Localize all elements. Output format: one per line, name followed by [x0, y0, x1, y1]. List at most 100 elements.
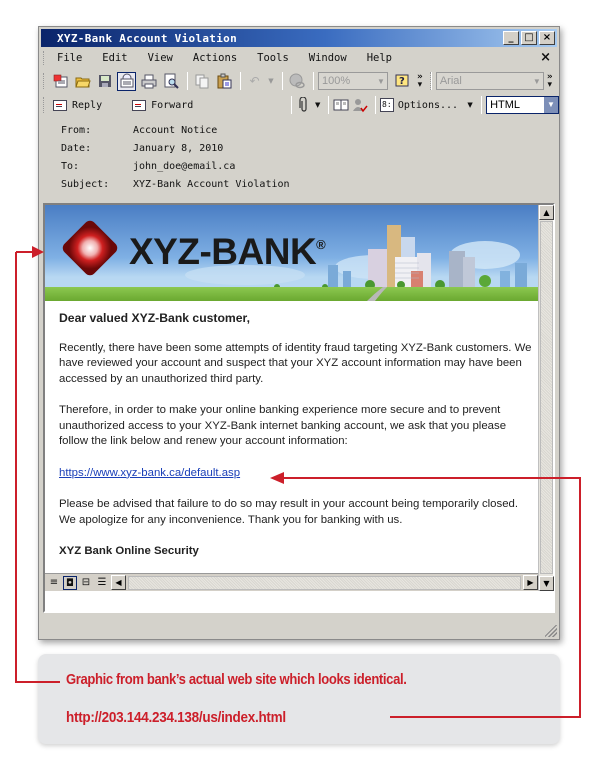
message-body: XYZ-BANK® Dear valued XYZ-Bank customer,… — [45, 205, 538, 591]
brand-text: XYZ-BANK — [129, 231, 317, 272]
paste-icon[interactable] — [214, 72, 233, 91]
undo-icon[interactable]: ↶ — [245, 72, 264, 91]
bank-banner-image: XYZ-BANK® — [45, 205, 538, 301]
message-toolbar: Reply Forward ▼ 8: Options... ▼ HTML ▼ — [39, 93, 559, 117]
font-value: Arial — [439, 75, 462, 87]
scroll-right-button[interactable]: ▶ — [523, 575, 538, 590]
date-value: January 8, 2010 — [133, 142, 224, 154]
maximize-button[interactable]: □ — [521, 31, 537, 45]
menu-actions[interactable]: Actions — [193, 52, 237, 64]
toolbar-separator — [187, 72, 188, 90]
annotation-callout: Graphic from bank’s actual web site whic… — [38, 654, 560, 744]
open-folder-icon[interactable] — [73, 72, 92, 91]
menu-tools[interactable]: Tools — [257, 52, 289, 64]
header-from: From: Account Notice — [61, 121, 559, 139]
normal-view-icon[interactable]: ≡ — [47, 576, 61, 590]
toolbar-separator — [282, 72, 283, 90]
toolbar-overflow-icon[interactable]: » ▾ — [547, 73, 553, 90]
status-bar — [39, 615, 559, 639]
horizontal-scrollbar-row: ≡ ◘ ⊟ ☰ ◀ ▶ — [45, 573, 538, 591]
help-icon[interactable]: ? — [392, 72, 411, 91]
phishing-link[interactable]: https://www.xyz-bank.ca/default.asp — [59, 467, 240, 479]
forward-button[interactable]: Forward — [132, 99, 194, 111]
check-names-icon[interactable] — [352, 96, 368, 115]
toolbar-separator — [481, 96, 483, 114]
message-body-frame: XYZ-BANK® Dear valued XYZ-Bank customer,… — [43, 203, 555, 613]
message-headers: From: Account Notice Date: January 8, 20… — [39, 117, 559, 191]
menu-window[interactable]: Window — [309, 52, 347, 64]
options-label: Options... — [397, 99, 459, 111]
menu-view[interactable]: View — [148, 52, 173, 64]
new-message-icon[interactable] — [51, 72, 70, 91]
forward-label: Forward — [151, 99, 194, 111]
to-label: To: — [61, 160, 80, 172]
menu-file[interactable]: File — [57, 52, 82, 64]
reply-icon — [53, 99, 67, 111]
save-icon[interactable] — [95, 72, 114, 91]
horizontal-scrollbar[interactable] — [128, 575, 521, 590]
web-layout-view-icon[interactable]: ◘ — [63, 575, 77, 590]
menu-edit[interactable]: Edit — [102, 52, 127, 64]
header-date: Date: January 8, 2010 — [61, 139, 559, 157]
toolbar-grip[interactable] — [43, 51, 46, 65]
annotation-graphic-note: Graphic from bank’s actual web site whic… — [66, 672, 407, 688]
paperclip-icon[interactable] — [296, 96, 311, 115]
options-button[interactable]: 8: Options... — [379, 98, 459, 112]
to-value[interactable]: john_doe@email.ca — [133, 161, 235, 172]
minimize-button[interactable]: _ — [503, 31, 519, 45]
options-icon: 8: — [379, 98, 394, 112]
title-bar[interactable]: XYZ-Bank Account Violation _ □ × — [41, 29, 557, 47]
resize-grip-icon[interactable] — [545, 625, 557, 637]
attach-dropdown-icon[interactable]: ▼ — [314, 96, 320, 115]
format-value: HTML — [490, 99, 521, 111]
options-dropdown-icon[interactable]: ▼ — [466, 96, 474, 115]
reply-label: Reply — [72, 99, 103, 111]
forward-icon — [132, 99, 147, 111]
copy-icon[interactable] — [192, 72, 211, 91]
close-document-button[interactable]: × — [540, 50, 551, 65]
bank-brand-name: XYZ-BANK® — [129, 231, 326, 273]
date-label: Date: — [61, 142, 92, 154]
message-format-select[interactable]: HTML ▼ — [486, 96, 559, 114]
scrollbar-thumb[interactable] — [540, 221, 553, 574]
greeting: Dear valued XYZ-Bank customer, — [59, 311, 251, 325]
font-select[interactable]: Arial ▼ — [435, 72, 544, 90]
undo-dropdown-icon[interactable]: ▼ — [267, 72, 275, 91]
outline-view-icon[interactable]: ☰ — [95, 576, 109, 590]
message-options-icon[interactable] — [117, 71, 136, 91]
menu-bar: File Edit View Actions Tools Window Help… — [39, 47, 559, 69]
toolbar-separator — [374, 96, 376, 114]
email-text: Dear valued XYZ-Bank customer, Recently,… — [45, 301, 538, 560]
from-value[interactable]: Account Notice — [133, 125, 217, 136]
toolbar-grip[interactable] — [43, 97, 46, 113]
from-label: From: — [61, 124, 92, 136]
email-window: XYZ-Bank Account Violation _ □ × File Ed… — [38, 26, 560, 640]
toolbar-separator — [240, 72, 241, 90]
scroll-left-button[interactable]: ◀ — [111, 575, 126, 590]
subject-label: Subject: — [61, 178, 110, 190]
address-book-icon[interactable] — [333, 96, 349, 115]
toolbar-separator — [327, 96, 329, 114]
header-subject: Subject: XYZ-Bank Account Violation — [61, 175, 559, 193]
registered-mark: ® — [316, 237, 326, 252]
annotation-real-url: http://203.144.234.138/us/index.html — [66, 709, 286, 726]
print-preview-icon[interactable] — [161, 72, 180, 91]
reply-button[interactable]: Reply — [53, 99, 103, 111]
signature: XYZ Bank Online Security — [59, 545, 199, 557]
web-link-icon[interactable] — [287, 72, 306, 91]
close-button[interactable]: × — [539, 31, 555, 45]
print-icon[interactable] — [139, 72, 158, 91]
chevron-down-icon: ▼ — [544, 97, 558, 113]
vertical-scrollbar[interactable]: ▲ ▼ — [538, 205, 554, 591]
print-layout-view-icon[interactable]: ⊟ — [79, 576, 93, 590]
paragraph-2: Therefore, in order to make your online … — [59, 404, 507, 447]
toolbar-overflow-icon[interactable]: » ▾ — [417, 73, 423, 90]
toolbar-grip[interactable] — [43, 73, 46, 89]
scroll-up-button[interactable]: ▲ — [539, 205, 554, 220]
zoom-select[interactable]: 100% ▼ — [318, 72, 388, 90]
menu-help[interactable]: Help — [367, 52, 392, 64]
paragraph-1: Recently, there have been some attempts … — [59, 341, 532, 385]
bank-logo-icon — [62, 220, 118, 276]
chevron-down-icon: ▼ — [532, 76, 541, 86]
scroll-down-button[interactable]: ▼ — [539, 576, 554, 591]
